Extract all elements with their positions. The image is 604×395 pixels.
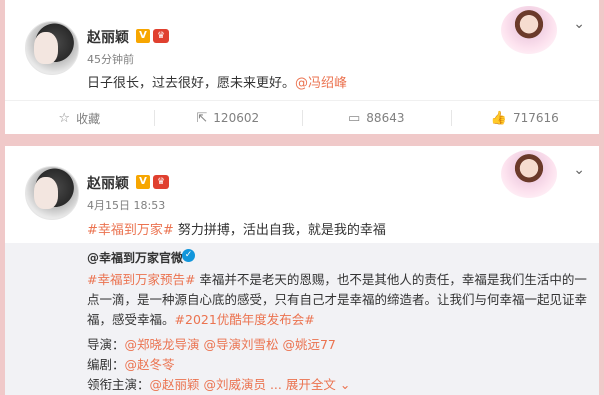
repost-count: 120602 xyxy=(213,111,260,125)
repost-author[interactable]: @幸福到万家官微 xyxy=(87,249,183,266)
cast-line: 领衔主演：@赵丽颖 @刘威演员 ... 展开全文 ⌄ xyxy=(87,374,350,393)
vip-crown-icon: ♛ xyxy=(153,29,169,43)
post-content: #幸福到万家# 努力拼搏，活出自我，就是我的幸福 xyxy=(87,219,386,238)
author-avatar[interactable] xyxy=(25,21,79,75)
author-name[interactable]: 赵丽颖 xyxy=(87,173,129,193)
reposted-content: @幸福到万家官微 ✓ #幸福到万家预告# 幸福并不是老天的恩赐，也不是其他人的责… xyxy=(5,243,599,395)
writer-label: 编剧： xyxy=(87,357,125,372)
chevron-down-icon[interactable]: ⌄ xyxy=(573,162,585,178)
chevron-down-icon: ⌄ xyxy=(339,377,351,392)
repost-text: #幸福到万家预告# 幸福并不是老天的恩赐，也不是其他人的责任，幸福是我们生活中的… xyxy=(87,270,587,330)
weibo-post-card: 赵丽颖 V ♛ 4月15日 18:53 #幸福到万家# 努力拼搏，活出自我，就是… xyxy=(5,146,599,395)
chevron-down-icon[interactable]: ⌄ xyxy=(573,16,585,32)
director-label: 导演： xyxy=(87,337,125,352)
verified-badge-icon: V xyxy=(136,175,150,189)
favorite-label: 收藏 xyxy=(76,111,101,126)
favorite-button[interactable]: ☆ 收藏 xyxy=(5,101,154,135)
star-icon: ☆ xyxy=(58,110,71,126)
post-text: 日子很长，过去很好，愿未来更好。 xyxy=(87,76,296,91)
like-count: 717616 xyxy=(512,111,559,125)
comment-button[interactable]: ▭ 88643 xyxy=(302,101,451,135)
mention-link[interactable]: @冯绍峰 xyxy=(295,76,347,91)
author-name[interactable]: 赵丽颖 xyxy=(87,27,129,47)
expand-full-text-link[interactable]: 展开全文 ⌄ xyxy=(286,377,350,392)
like-button[interactable]: 👍 717616 xyxy=(450,101,600,135)
hashtag-link[interactable]: #幸福到万家# xyxy=(87,223,174,238)
expand-label: 展开全文 xyxy=(285,377,336,392)
like-icon: 👍 xyxy=(490,110,507,126)
comment-icon: ▭ xyxy=(348,110,361,126)
writer-line: 编剧：@赵冬苓 xyxy=(87,354,175,373)
hashtag-link[interactable]: #幸福到万家预告# xyxy=(87,272,195,287)
hashtag-link[interactable]: #2021优酷年度发布会# xyxy=(175,312,315,327)
post-time[interactable]: 45分钟前 xyxy=(87,51,134,67)
vip-crown-icon: ♛ xyxy=(153,175,169,189)
weibo-post-card: 赵丽颖 V ♛ 45分钟前 日子很长，过去很好，愿未来更好。@冯绍峰 ⌄ ☆ 收… xyxy=(5,0,599,134)
cast-label: 领衔主演： xyxy=(87,377,150,392)
director-line: 导演：@郑晓龙导演 @导演刘雪松 @姚远77 xyxy=(87,334,336,353)
repost-icon: ⇱ xyxy=(196,110,208,126)
post-content: 日子很长，过去很好，愿未来更好。@冯绍峰 xyxy=(87,72,347,91)
cast-mentions[interactable]: @赵丽颖 @刘威演员 ... xyxy=(150,377,282,392)
post-actions-bar: ☆ 收藏 ⇱ 120602 ▭ 88643 👍 717616 xyxy=(5,100,599,135)
card-decoration-image xyxy=(501,6,557,54)
post-time[interactable]: 4月15日 18:53 xyxy=(87,197,165,213)
card-decoration-image xyxy=(501,150,557,198)
verified-blue-icon: ✓ xyxy=(182,249,195,262)
author-avatar[interactable] xyxy=(25,166,79,220)
comment-count: 88643 xyxy=(366,111,405,125)
director-mentions[interactable]: @郑晓龙导演 @导演刘雪松 @姚远77 xyxy=(125,337,336,352)
repost-button[interactable]: ⇱ 120602 xyxy=(153,101,303,135)
post-text: 努力拼搏，活出自我，就是我的幸福 xyxy=(173,223,386,238)
verified-badge-icon: V xyxy=(136,29,150,43)
writer-mentions[interactable]: @赵冬苓 xyxy=(125,357,175,372)
